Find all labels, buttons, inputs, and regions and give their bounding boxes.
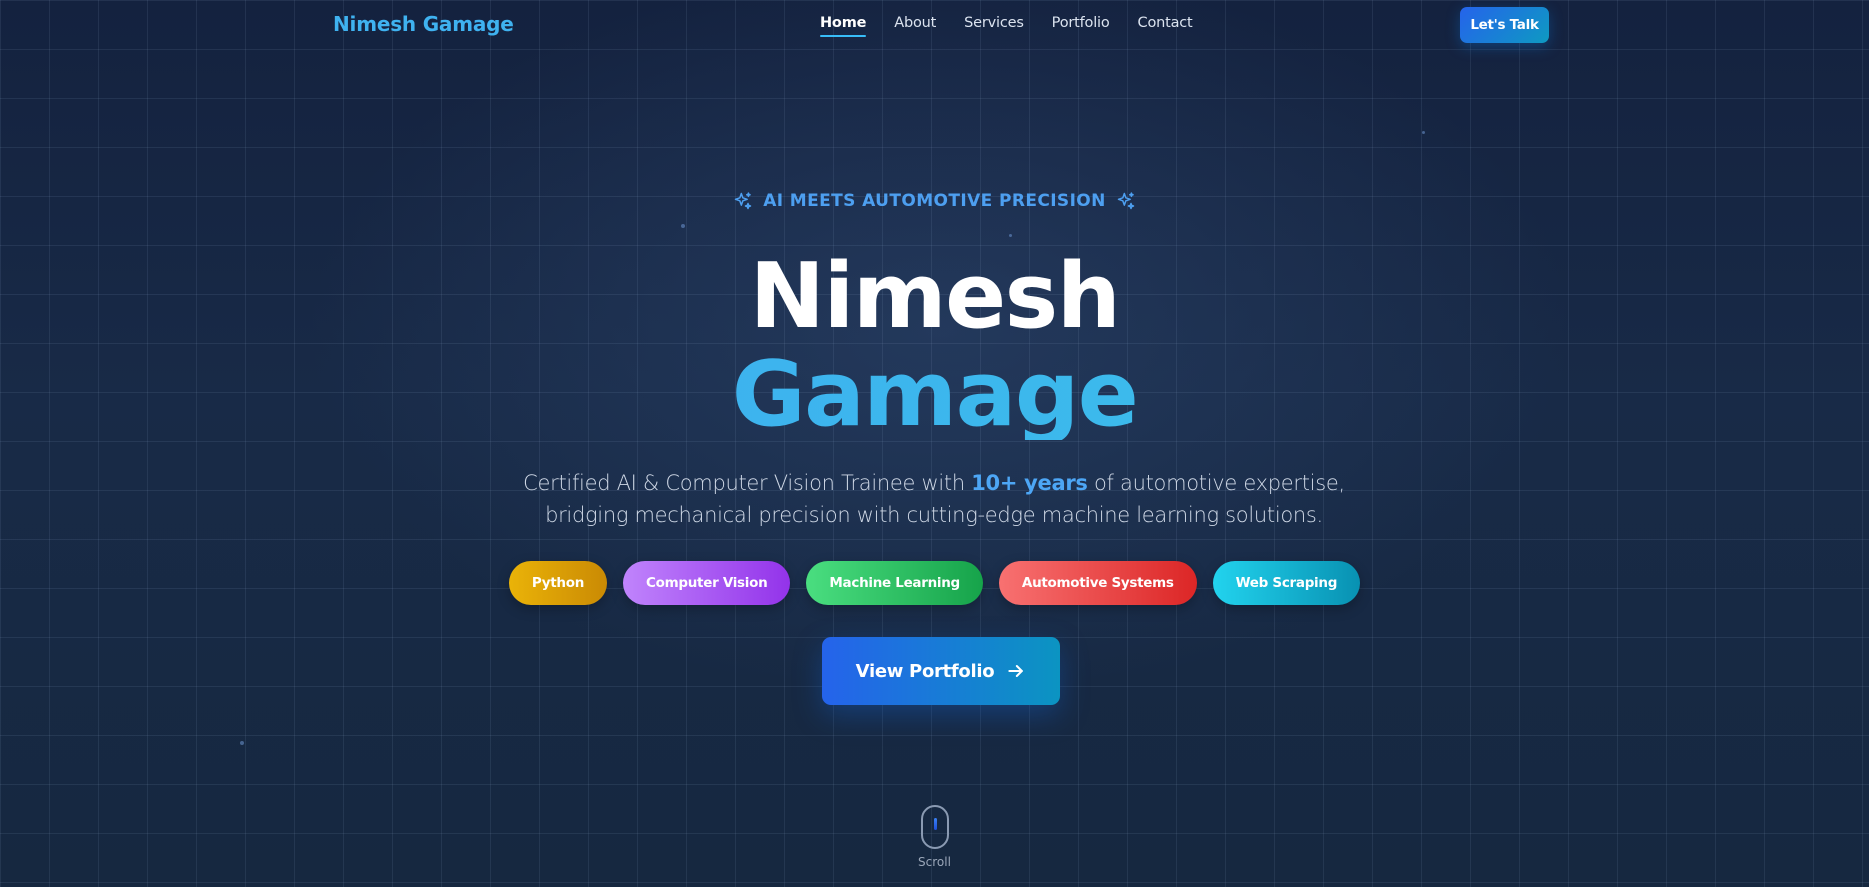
mouse-wheel	[933, 818, 937, 830]
nav-link-portfolio[interactable]: Portfolio	[1052, 15, 1110, 37]
hero-tagline: Certified AI & Computer Vision Trainee w…	[484, 467, 1384, 531]
tagline-text: Certified AI & Computer Vision Trainee w…	[523, 471, 972, 495]
nav-link-services[interactable]: Services	[964, 15, 1024, 37]
decorative-dot	[1422, 131, 1425, 134]
top-navigation: Nimesh Gamage Home About Services Portfo…	[0, 0, 1869, 50]
hero-eyebrow: AI MEETS AUTOMOTIVE PRECISION	[0, 191, 1869, 211]
scroll-label: Scroll	[918, 855, 951, 869]
decorative-dot	[240, 741, 244, 745]
skill-tag-computer-vision[interactable]: Computer Vision	[623, 561, 791, 605]
skill-tag-machine-learning[interactable]: Machine Learning	[806, 561, 983, 605]
hero-eyebrow-text: AI MEETS AUTOMOTIVE PRECISION	[763, 191, 1106, 211]
hero-last-name: Gamage	[0, 350, 1869, 440]
skill-tag-web-scraping[interactable]: Web Scraping	[1212, 561, 1361, 605]
nav-link-contact[interactable]: Contact	[1138, 15, 1193, 37]
tagline-highlight: 10+ years	[971, 471, 1088, 495]
lets-talk-button[interactable]: Let's Talk	[1460, 7, 1549, 43]
decorative-dot	[681, 224, 685, 228]
nav-menu: Home About Services Portfolio Contact	[820, 15, 1221, 37]
decorative-dot	[1009, 234, 1012, 237]
hero-first-name: Nimesh	[749, 244, 1121, 349]
skill-tags: Python Computer Vision Machine Learning …	[0, 561, 1869, 605]
sparkle-icon	[1117, 192, 1135, 210]
skill-tag-python[interactable]: Python	[508, 561, 608, 605]
view-portfolio-button[interactable]: View Portfolio	[822, 637, 1060, 705]
brand-logo[interactable]: Nimesh Gamage	[333, 12, 514, 36]
nav-link-about[interactable]: About	[894, 15, 936, 37]
skill-tag-automotive-systems[interactable]: Automotive Systems	[998, 561, 1197, 605]
sparkle-icon	[734, 192, 752, 210]
view-portfolio-label: View Portfolio	[855, 660, 995, 682]
arrow-right-icon	[1008, 665, 1024, 677]
mouse-icon	[920, 805, 949, 849]
scroll-indicator[interactable]: Scroll	[0, 805, 1869, 869]
nav-link-home[interactable]: Home	[820, 15, 867, 37]
